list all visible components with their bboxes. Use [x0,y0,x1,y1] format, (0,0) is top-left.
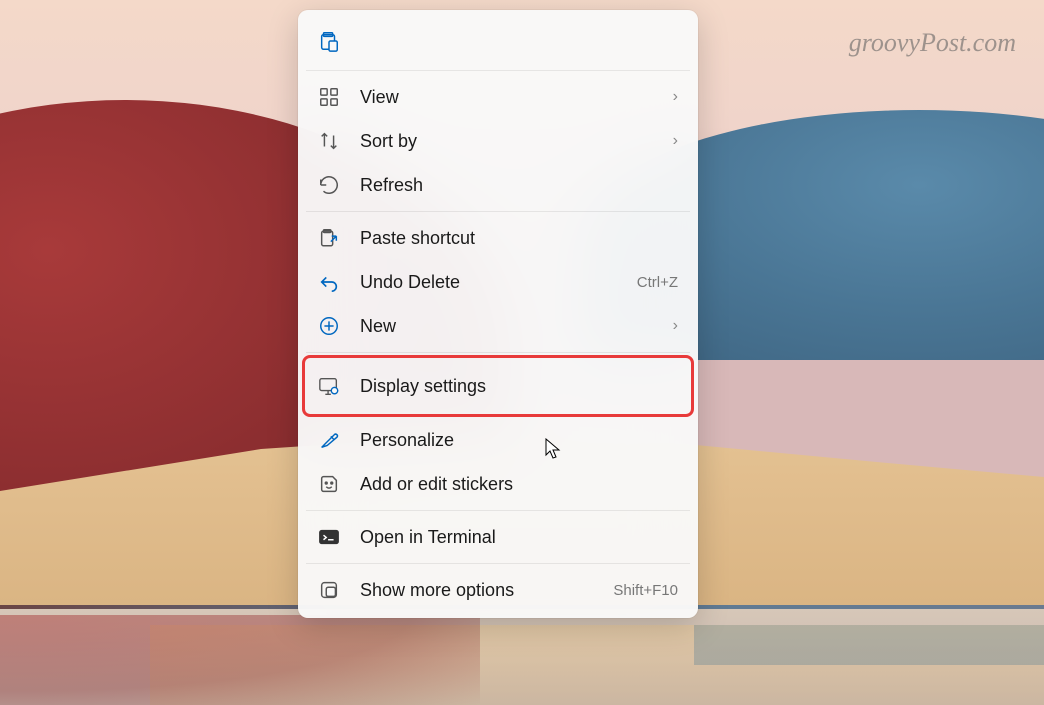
sticker-icon [318,473,340,495]
chevron-right-icon: › [673,317,678,335]
menu-item-label: Add or edit stickers [360,474,678,495]
menu-item-new[interactable]: New › [304,304,692,348]
grid-icon [318,86,340,108]
menu-item-label: Open in Terminal [360,527,678,548]
menu-item-sort-by[interactable]: Sort by › [304,119,692,163]
menu-item-paste-shortcut[interactable]: Paste shortcut [304,216,692,260]
display-settings-icon [318,375,340,397]
menu-item-personalize[interactable]: Personalize [304,418,692,462]
sort-icon [318,130,340,152]
menu-item-label: New [360,316,673,337]
menu-item-label: Display settings [360,376,678,397]
menu-item-label: View [360,87,673,108]
menu-item-label: Show more options [360,580,613,601]
paste-shortcut-icon [318,227,340,249]
undo-icon [318,271,340,293]
paintbrush-icon [318,429,340,451]
menu-item-stickers[interactable]: Add or edit stickers [304,462,692,506]
menu-item-show-more-options[interactable]: Show more options Shift+F10 [304,568,692,612]
chevron-right-icon: › [673,132,678,150]
more-options-icon [318,579,340,601]
menu-item-label: Personalize [360,430,678,451]
separator [306,510,690,511]
menu-item-open-terminal[interactable]: Open in Terminal [304,515,692,559]
desktop-context-menu: View › Sort by › Refresh Past [298,10,698,618]
context-menu-toolbar [304,16,692,66]
watermark-text: groovyPost.com [849,28,1016,58]
plus-circle-icon [318,315,340,337]
menu-item-label: Paste shortcut [360,228,678,249]
menu-item-label: Refresh [360,175,678,196]
refresh-icon [318,174,340,196]
separator [306,563,690,564]
terminal-icon [318,526,340,548]
chevron-right-icon: › [673,88,678,106]
menu-item-label: Undo Delete [360,272,637,293]
menu-item-shortcut: Shift+F10 [613,582,678,599]
paste-icon[interactable] [318,30,340,52]
menu-item-label: Sort by [360,131,673,152]
menu-item-view[interactable]: View › [304,75,692,119]
menu-item-refresh[interactable]: Refresh [304,163,692,207]
menu-item-display-settings[interactable]: Display settings [304,357,692,415]
menu-item-undo-delete[interactable]: Undo Delete Ctrl+Z [304,260,692,304]
separator [306,352,690,353]
separator [306,211,690,212]
menu-item-shortcut: Ctrl+Z [637,274,678,291]
separator [306,70,690,71]
